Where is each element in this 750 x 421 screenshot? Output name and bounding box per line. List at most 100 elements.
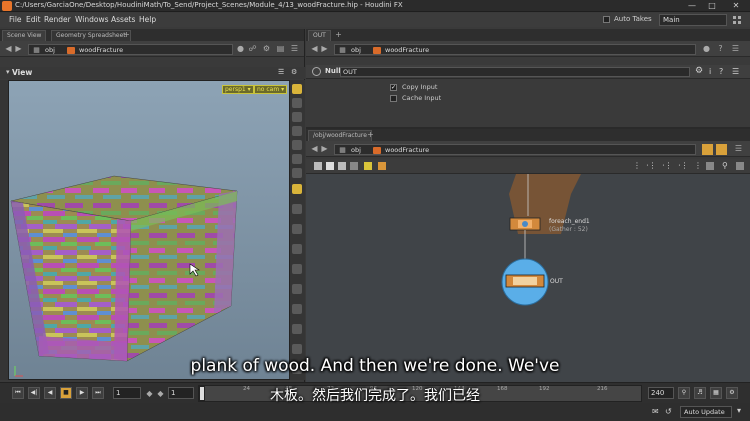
add-tab-icon[interactable]: + xyxy=(122,30,131,39)
camera-icon[interactable] xyxy=(292,204,302,214)
select-tool-icon[interactable] xyxy=(292,84,302,94)
note-icon[interactable] xyxy=(364,162,372,170)
scene-tabs: Scene View Geometry Spreadsheet + xyxy=(0,29,304,41)
grid-icon[interactable] xyxy=(292,264,302,274)
pane-menu-icon-2[interactable]: ☰ xyxy=(731,44,740,53)
network-tabs: /obj/woodFracture + xyxy=(306,129,750,141)
menu-edit[interactable]: Edit xyxy=(26,15,41,24)
menu-help[interactable]: Help xyxy=(139,15,156,24)
background-icon[interactable] xyxy=(292,284,302,294)
menu-render[interactable]: Render xyxy=(44,15,71,24)
network-path-field[interactable]: ▦ obj woodFracture xyxy=(334,144,696,155)
collapse-icon[interactable]: ▾ xyxy=(6,68,10,76)
status-bar: ✉ ↺ Auto Update ▾ xyxy=(0,403,750,421)
undo-icon[interactable]: ↺ xyxy=(665,407,672,416)
tab-scene-view[interactable]: Scene View xyxy=(2,30,47,41)
tab-network-path[interactable]: /obj/woodFracture xyxy=(308,130,372,141)
save-desktop-icon[interactable]: ▤ xyxy=(276,44,285,53)
minimize-button[interactable]: — xyxy=(682,0,702,12)
forward-arrow-icon-2[interactable]: ▶ xyxy=(320,44,329,53)
maximize-button[interactable]: □ xyxy=(702,0,722,12)
layout-icon[interactable] xyxy=(326,162,334,170)
copy-input-row: ✓ Copy Input xyxy=(390,83,540,93)
zoom-icon[interactable]: ⚲ xyxy=(722,161,728,170)
3d-viewport[interactable]: persp1 ▾ no cam ▾ xyxy=(8,80,290,380)
link-icon-2[interactable] xyxy=(716,144,727,155)
node-name-field[interactable]: OUT xyxy=(340,67,690,77)
menu-assets[interactable]: Assets xyxy=(111,15,135,24)
help-icon[interactable]: ? xyxy=(716,44,725,53)
network-canvas[interactable]: foreach_end1 (Gather : 52) OUT xyxy=(306,174,750,384)
desktop-select[interactable]: Main xyxy=(659,14,727,26)
geo-node-icon-3 xyxy=(373,147,381,154)
menu-windows[interactable]: Windows xyxy=(75,15,108,24)
align-icon-3[interactable]: ⋅⋮ xyxy=(662,161,673,170)
display-options-icon[interactable]: ☰ xyxy=(278,68,284,76)
param-path-obj: obj xyxy=(351,46,361,54)
ghost-icon[interactable] xyxy=(292,154,302,164)
auto-takes-toggle[interactable]: Auto Takes xyxy=(603,15,659,25)
viewport-menu-icon[interactable]: ⚙ xyxy=(291,68,297,76)
grid-view-icon[interactable] xyxy=(338,162,346,170)
pin-icon-2[interactable]: ● xyxy=(702,44,711,53)
pin-icon[interactable]: ● xyxy=(236,44,245,53)
help-icon-2[interactable]: ? xyxy=(719,67,723,76)
add-tab-icon-3[interactable]: + xyxy=(366,130,375,139)
back-arrow-icon-2[interactable]: ◀ xyxy=(310,44,319,53)
copy-input-checkbox[interactable]: ✓ xyxy=(390,84,397,91)
align-icon-4[interactable]: ⋅⋮ xyxy=(678,161,689,170)
node-out-label[interactable]: OUT xyxy=(550,278,563,285)
align-icon-2[interactable]: ⋅⋮ xyxy=(646,161,657,170)
flag-icon[interactable] xyxy=(378,162,386,170)
tree-view-icon[interactable] xyxy=(350,162,358,170)
link-icon[interactable]: ☍ xyxy=(248,44,257,53)
cache-input-checkbox[interactable] xyxy=(390,95,397,102)
align-icon-1[interactable]: ⋮ xyxy=(633,161,641,170)
shading-icon[interactable] xyxy=(292,140,302,150)
scene-path-field[interactable]: ▦ obj woodFracture xyxy=(28,44,233,55)
scene-path-bar: ◀ ▶ ▦ obj woodFracture ● ☍ ⚙ ▤ ☰ xyxy=(0,41,304,57)
network-box-icon[interactable] xyxy=(706,162,714,170)
network-toolbar: ⋮ ⋅⋮ ⋅⋮ ⋅⋮ ⋮ ⚲ xyxy=(306,159,750,174)
back-arrow-icon-3[interactable]: ◀ xyxy=(310,144,319,153)
back-arrow-icon[interactable]: ◀ xyxy=(4,44,13,53)
snap-icon[interactable] xyxy=(292,126,302,136)
points-icon[interactable] xyxy=(292,168,302,178)
guides-icon[interactable] xyxy=(292,344,302,354)
add-tab-icon-2[interactable]: + xyxy=(334,30,343,39)
auto-update-select[interactable]: Auto Update xyxy=(680,406,732,418)
pane-menu-icon-3[interactable]: ☰ xyxy=(734,144,743,153)
list-view-icon[interactable] xyxy=(314,162,322,170)
gear-icon[interactable]: ⚙ xyxy=(695,66,703,76)
lock-camera-icon[interactable] xyxy=(292,98,302,108)
auto-takes-checkbox[interactable] xyxy=(603,16,610,23)
close-button[interactable]: ✕ xyxy=(726,0,746,12)
pane-menu-icon[interactable]: ☰ xyxy=(290,44,299,53)
display-icon[interactable] xyxy=(292,112,302,122)
wood-crate-geometry xyxy=(10,175,238,377)
align-icon-5[interactable]: ⋮ xyxy=(694,161,702,170)
light-icon[interactable] xyxy=(292,184,302,194)
menu-file[interactable]: File xyxy=(9,15,22,24)
param-path-field[interactable]: ▦ obj woodFracture xyxy=(334,44,696,55)
forward-arrow-icon[interactable]: ▶ xyxy=(14,44,23,53)
tools-icon[interactable]: ⚙ xyxy=(262,44,271,53)
node-foreach-end1-label[interactable]: foreach_end1 xyxy=(549,218,590,225)
safe-area-icon[interactable] xyxy=(292,324,302,334)
desktop-grid-icon[interactable] xyxy=(732,15,742,25)
wireframe-icon[interactable] xyxy=(292,224,302,234)
update-menu-icon[interactable]: ▾ xyxy=(737,406,741,415)
tree-icon[interactable]: ☰ xyxy=(732,67,739,76)
normals-icon[interactable] xyxy=(292,244,302,254)
tab-geometry-spreadsheet[interactable]: Geometry Spreadsheet xyxy=(51,30,131,41)
tab-out[interactable]: OUT xyxy=(308,30,331,41)
info-icon[interactable]: i xyxy=(709,67,711,76)
pin-icon-3[interactable] xyxy=(702,144,713,155)
frame-all-icon[interactable] xyxy=(736,162,744,170)
chat-icon[interactable]: ✉ xyxy=(652,407,659,416)
param-path-node: woodFracture xyxy=(385,46,430,54)
network-path-obj: obj xyxy=(351,146,361,154)
forward-arrow-icon-3[interactable]: ▶ xyxy=(320,144,329,153)
parameter-pane: OUT + ◀ ▶ ▦ obj woodFracture ● ? ☰ Null … xyxy=(306,29,750,127)
stats-icon[interactable] xyxy=(292,304,302,314)
